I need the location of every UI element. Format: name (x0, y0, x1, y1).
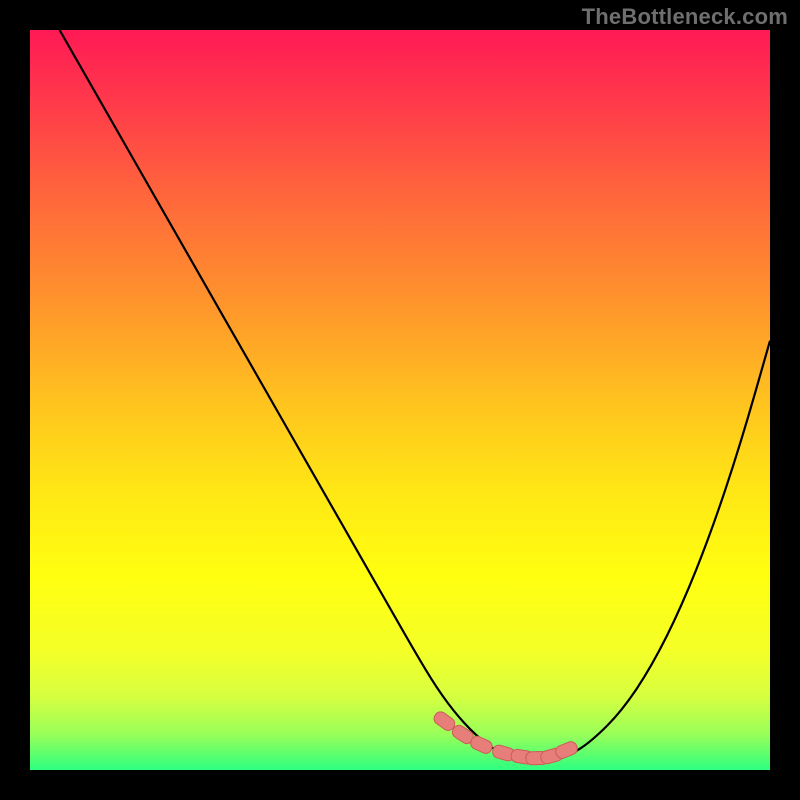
chart-frame: TheBottleneck.com (0, 0, 800, 800)
gradient-background (30, 30, 770, 770)
chart-svg (30, 30, 770, 770)
watermark-text: TheBottleneck.com (582, 4, 788, 30)
plot-area (30, 30, 770, 770)
